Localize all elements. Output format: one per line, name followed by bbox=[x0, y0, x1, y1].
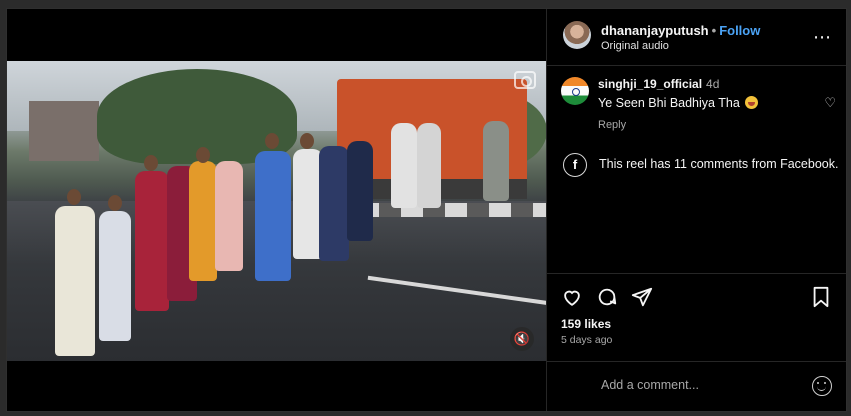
facebook-icon: f bbox=[563, 153, 587, 177]
follow-button[interactable]: Follow bbox=[719, 23, 760, 38]
india-flag-avatar[interactable] bbox=[561, 77, 589, 105]
like-count[interactable]: 159 likes bbox=[561, 317, 611, 331]
post-header: dhananjayputush • Follow Original audio ⋯ bbox=[547, 9, 846, 66]
comment-body: Ye Seen Bhi Badhiya Tha bbox=[598, 96, 740, 110]
comment-text: Ye Seen Bhi Badhiya Tha bbox=[598, 96, 759, 110]
reel-video[interactable] bbox=[7, 61, 546, 361]
post-time: 5 days ago bbox=[561, 334, 613, 346]
comment-username[interactable]: singhji_19_official bbox=[598, 77, 702, 91]
laughing-emoji-icon bbox=[745, 96, 759, 109]
post-author: dhananjayputush • Follow bbox=[601, 23, 760, 38]
mute-icon[interactable]: 🔇 bbox=[510, 327, 534, 351]
share-icon[interactable] bbox=[631, 286, 653, 308]
camera-icon[interactable] bbox=[514, 71, 536, 89]
comment-icon[interactable] bbox=[596, 286, 618, 308]
comment-author: singhji_19_official 4d bbox=[598, 77, 719, 91]
avatar[interactable] bbox=[563, 21, 591, 49]
audio-label[interactable]: Original audio bbox=[601, 40, 669, 52]
reply-button[interactable]: Reply bbox=[598, 119, 626, 131]
action-bar: 159 likes 5 days ago bbox=[547, 273, 846, 349]
comment-input[interactable] bbox=[601, 378, 791, 392]
bookmark-icon[interactable] bbox=[811, 286, 831, 308]
media-area: 🔇 bbox=[7, 9, 546, 411]
heart-icon[interactable] bbox=[561, 286, 583, 308]
post-sidebar: dhananjayputush • Follow Original audio ⋯ … bbox=[546, 9, 846, 411]
facebook-notice-text: This reel has 11 comments from Facebook. bbox=[599, 157, 839, 171]
emoji-icon[interactable] bbox=[812, 376, 832, 396]
facebook-comments-notice[interactable]: f This reel has 11 comments from Faceboo… bbox=[563, 153, 843, 177]
comment-like-icon[interactable]: ♡ bbox=[824, 95, 836, 111]
add-comment-bar bbox=[547, 361, 846, 411]
separator-dot: • bbox=[711, 23, 717, 38]
post-modal: 🔇 dhananjayputush • Follow Original audio … bbox=[6, 8, 847, 412]
comment-time: 4d bbox=[706, 77, 720, 91]
more-options-icon[interactable]: ⋯ bbox=[813, 27, 832, 48]
author-username[interactable]: dhananjayputush bbox=[601, 23, 709, 38]
